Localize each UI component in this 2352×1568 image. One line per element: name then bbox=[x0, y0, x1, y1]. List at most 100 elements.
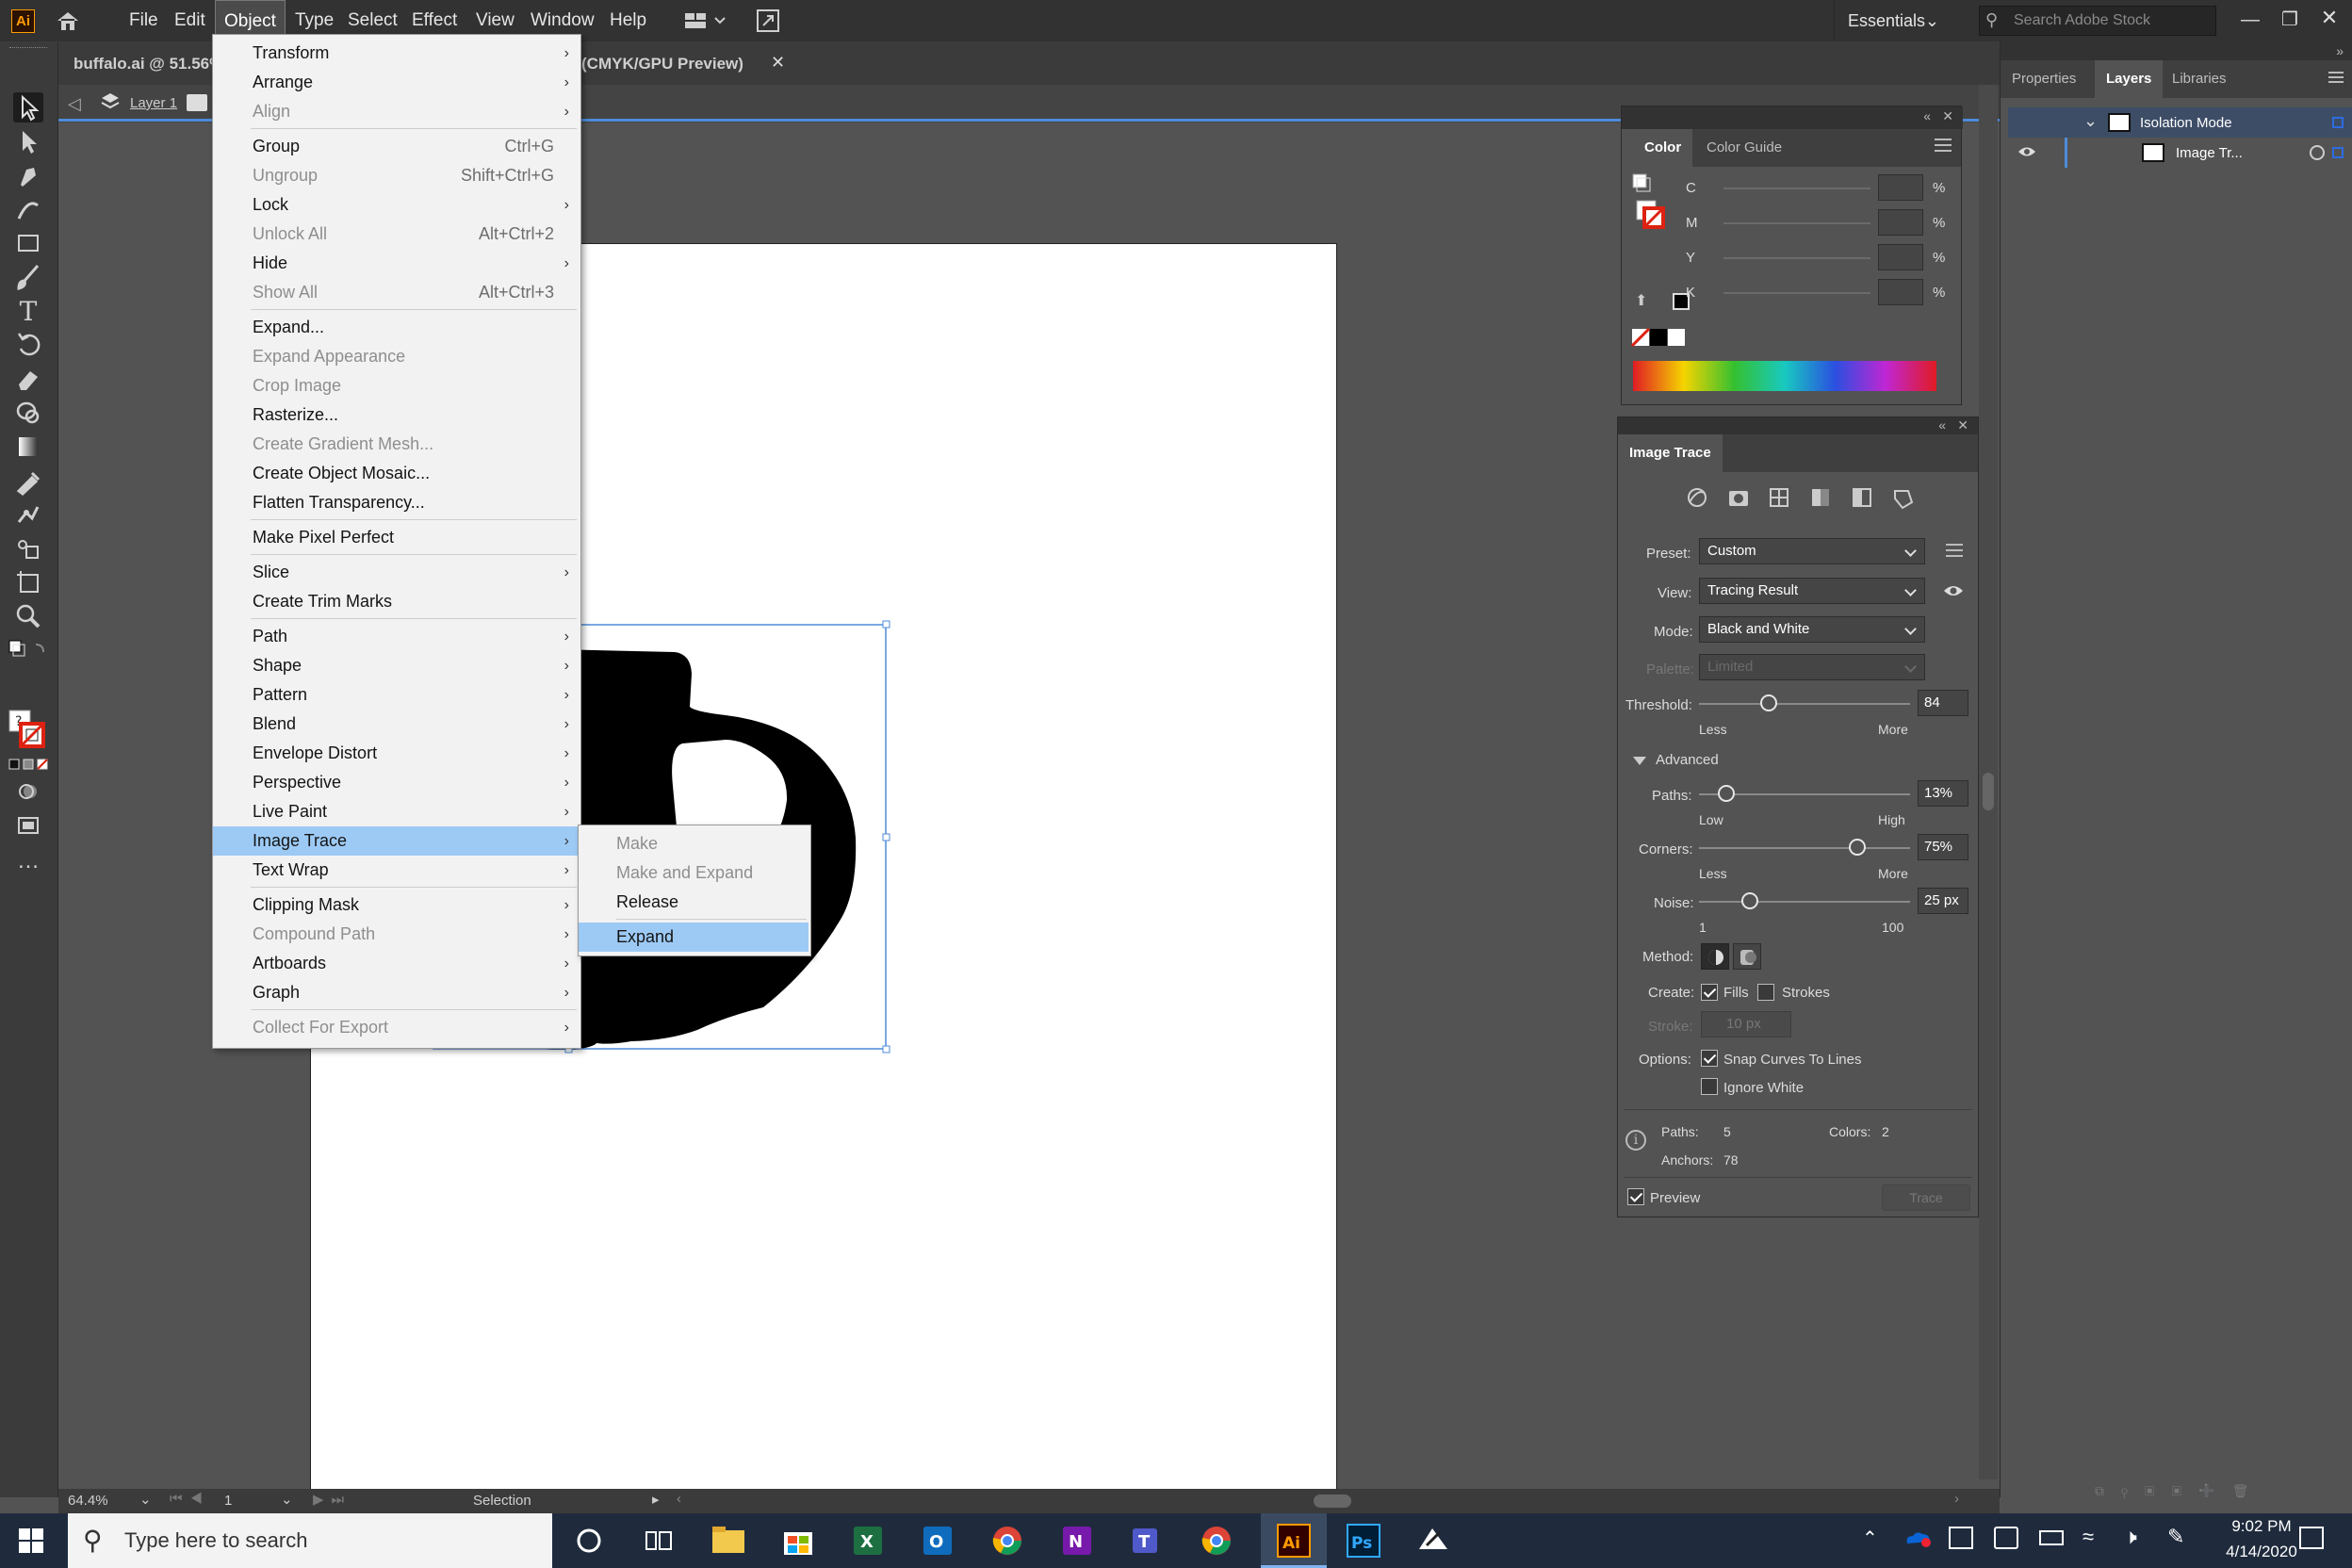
task-view-icon[interactable] bbox=[639, 1521, 678, 1560]
back-arrow-icon[interactable]: ◁ bbox=[68, 94, 90, 113]
menu-help[interactable]: Help bbox=[601, 0, 655, 41]
teams-icon[interactable]: T bbox=[1127, 1521, 1167, 1560]
gpu-performance-icon[interactable] bbox=[756, 8, 780, 33]
layer-select-square[interactable] bbox=[2332, 147, 2344, 158]
noise-track[interactable] bbox=[1699, 901, 1910, 903]
outlook-icon[interactable]: O bbox=[918, 1521, 957, 1560]
document-tab-suffix[interactable]: (CMYK/GPU Preview) bbox=[581, 43, 743, 85]
submenu-item-release[interactable]: Release bbox=[579, 888, 808, 917]
preview-checkbox[interactable] bbox=[1627, 1188, 1644, 1205]
color-spectrum[interactable] bbox=[1633, 361, 1936, 391]
battery-icon[interactable] bbox=[2039, 1530, 2064, 1545]
menu-item-make-pixel-perfect[interactable]: Make Pixel Perfect bbox=[213, 523, 579, 552]
fill-stroke-mini[interactable] bbox=[1631, 172, 1669, 248]
chevron-down-icon[interactable]: ⌄ bbox=[139, 1491, 152, 1508]
snap-curves-checkbox[interactable] bbox=[1701, 1050, 1718, 1067]
panel-grip[interactable]: « ✕ bbox=[1618, 417, 1978, 434]
panel-menu-icon[interactable] bbox=[1935, 139, 1952, 152]
menu-item-arrange[interactable]: Arrange › bbox=[213, 68, 579, 97]
submenu-item-expand[interactable]: Expand bbox=[579, 923, 808, 952]
channel-input-m[interactable] bbox=[1878, 209, 1923, 236]
noise-input[interactable]: 25 px bbox=[1918, 888, 1968, 914]
eye-icon[interactable] bbox=[1943, 583, 1964, 598]
paintbrush-tool-icon[interactable] bbox=[13, 262, 43, 292]
advanced-label[interactable]: Advanced bbox=[1656, 752, 1719, 768]
minimize-window-button[interactable]: — bbox=[2239, 9, 2262, 32]
play-icon[interactable]: ▸ bbox=[652, 1491, 660, 1508]
tray-chevron-up-icon[interactable]: ⌃ bbox=[1862, 1527, 1878, 1550]
preset-dropdown[interactable]: Custom bbox=[1699, 538, 1925, 564]
layer-row-isolation[interactable]: ⌄ Isolation Mode bbox=[2008, 107, 2352, 138]
threshold-input[interactable]: 84 bbox=[1918, 690, 1968, 716]
restore-window-button[interactable]: ❐ bbox=[2278, 8, 2301, 30]
advanced-toggle-icon[interactable] bbox=[1633, 757, 1646, 766]
tab-libraries[interactable]: Libraries bbox=[2161, 60, 2238, 98]
collapse-panel-icon[interactable]: « bbox=[1938, 417, 1946, 433]
channel-slider-m[interactable] bbox=[1723, 222, 1870, 224]
wifi-icon[interactable]: ≈ bbox=[2082, 1525, 2094, 1549]
horizontal-scroll-left[interactable]: ‹ bbox=[677, 1491, 681, 1507]
panel-grip[interactable]: » bbox=[2001, 41, 2352, 60]
zoom-level[interactable]: 64.4% bbox=[68, 1493, 108, 1509]
puppet-warp-tool-icon[interactable] bbox=[13, 499, 43, 530]
overlapping-method-button[interactable] bbox=[1733, 943, 1761, 970]
menu-item-create-trim-marks[interactable]: Create Trim Marks bbox=[213, 587, 579, 616]
tray-device-icon[interactable] bbox=[1994, 1527, 2018, 1549]
tray-app-icon[interactable] bbox=[1949, 1527, 1973, 1549]
zoom-tool-icon[interactable] bbox=[13, 601, 43, 631]
taskbar-search-input[interactable]: ⚲ Type here to search bbox=[68, 1513, 552, 1568]
layer-breadcrumb[interactable]: Layer 1 bbox=[130, 95, 177, 111]
close-window-button[interactable]: ✕ bbox=[2318, 6, 2341, 29]
chevron-down-icon[interactable]: ⌄ bbox=[2083, 111, 2098, 131]
mode-dropdown[interactable]: Black and White bbox=[1699, 616, 1925, 643]
volume-icon[interactable]: 🕨 bbox=[2124, 1525, 2137, 1549]
fills-checkbox[interactable] bbox=[1701, 984, 1718, 1001]
paths-slider[interactable] bbox=[1718, 785, 1736, 802]
menu-file[interactable]: File bbox=[121, 0, 167, 41]
close-panel-icon[interactable]: ✕ bbox=[1957, 417, 1968, 433]
horizontal-scroll-thumb[interactable] bbox=[1314, 1494, 1351, 1508]
strokes-checkbox[interactable] bbox=[1757, 984, 1774, 1001]
snipping-app-icon[interactable] bbox=[1413, 1521, 1453, 1560]
menu-item-graph[interactable]: Graph › bbox=[213, 978, 579, 1007]
rectangle-tool-icon[interactable] bbox=[13, 228, 43, 258]
curvature-tool-icon[interactable] bbox=[13, 194, 43, 224]
tab-color[interactable]: Color bbox=[1622, 129, 1693, 167]
document-tab[interactable]: buffalo.ai @ 51.56% bbox=[74, 43, 223, 85]
menu-item-pattern[interactable]: Pattern › bbox=[213, 680, 579, 710]
collapse-panel-icon[interactable]: « bbox=[1923, 108, 1931, 123]
action-center-icon[interactable] bbox=[2299, 1527, 2324, 1549]
swap-fill-stroke-icon[interactable] bbox=[8, 639, 51, 658]
panel-menu-icon[interactable] bbox=[2328, 72, 2344, 83]
onenote-icon[interactable]: N bbox=[1057, 1521, 1097, 1560]
channel-slider-k[interactable] bbox=[1723, 292, 1870, 294]
home-icon[interactable] bbox=[55, 9, 81, 32]
corners-input[interactable]: 75% bbox=[1918, 834, 1968, 860]
photoshop-icon[interactable]: Ps bbox=[1344, 1521, 1383, 1560]
corners-track[interactable] bbox=[1699, 847, 1910, 849]
channel-slider-y[interactable] bbox=[1723, 257, 1870, 259]
menu-item-artboards[interactable]: Artboards › bbox=[213, 949, 579, 978]
menu-item-image-trace[interactable]: Image Trace › bbox=[213, 826, 579, 856]
threshold-slider[interactable] bbox=[1759, 694, 1777, 711]
selection-tool-icon[interactable] bbox=[13, 92, 43, 122]
panel-grip[interactable]: « ✕ bbox=[1622, 106, 1963, 129]
threshold-track[interactable] bbox=[1699, 703, 1910, 705]
manage-presets-icon[interactable] bbox=[1946, 544, 1963, 557]
view-dropdown[interactable]: Tracing Result bbox=[1699, 578, 1925, 604]
pen-tool-icon[interactable] bbox=[13, 160, 43, 190]
illustrator-icon[interactable]: Ai bbox=[1274, 1521, 1314, 1560]
menu-item-rasterize[interactable]: Rasterize... bbox=[213, 400, 579, 430]
menu-item-perspective[interactable]: Perspective › bbox=[213, 768, 579, 797]
menu-item-expand[interactable]: Expand... bbox=[213, 313, 579, 342]
trace-button[interactable]: Trace bbox=[1882, 1184, 1970, 1211]
menu-item-flatten-transparency[interactable]: Flatten Transparency... bbox=[213, 488, 579, 517]
menu-item-transform[interactable]: Transform › bbox=[213, 39, 579, 68]
scroll-thumb[interactable] bbox=[1983, 773, 1994, 810]
close-tab-icon[interactable]: ✕ bbox=[771, 53, 788, 72]
tab-color-guide[interactable]: Color Guide bbox=[1695, 129, 1793, 167]
excel-icon[interactable]: X bbox=[848, 1521, 888, 1560]
tab-properties[interactable]: Properties bbox=[2001, 60, 2087, 98]
chrome-icon[interactable] bbox=[988, 1521, 1027, 1560]
toolbox-collapse-handle[interactable] bbox=[9, 47, 47, 51]
